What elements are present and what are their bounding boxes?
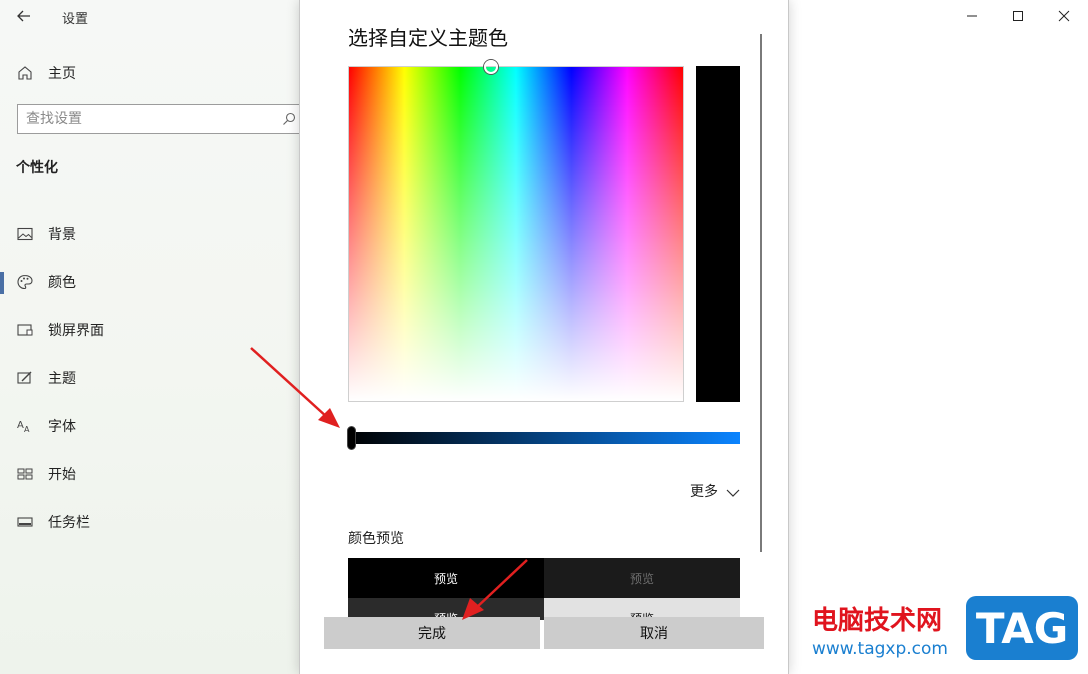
brightness-slider-track[interactable]	[348, 432, 740, 444]
custom-accent-color-dialog: 选择自定义主题色 更多 颜色预览 预览 预览 预览 预览 完成 取消	[299, 0, 789, 674]
sidebar-item-taskbar[interactable]: 任务栏	[0, 498, 300, 546]
preview-cell: 预览	[544, 558, 740, 598]
home-icon	[16, 64, 34, 82]
sidebar-item-label: 背景	[48, 227, 76, 243]
color-spectrum[interactable]	[348, 66, 684, 402]
minimize-icon	[966, 7, 978, 26]
close-icon	[1058, 7, 1070, 26]
search-input[interactable]	[26, 109, 266, 129]
app-title: 设置	[62, 12, 89, 27]
selected-color-swatch	[696, 66, 740, 402]
sidebar-item-fonts[interactable]: AA 字体	[0, 402, 300, 450]
svg-text:A: A	[24, 425, 30, 434]
watermark-url: www.tagxp.com	[812, 639, 948, 659]
title-bar: 设置	[0, 0, 300, 34]
section-title: 个性化	[16, 160, 58, 176]
more-options-toggle[interactable]: 更多	[690, 481, 740, 501]
maximize-button[interactable]	[995, 0, 1041, 32]
font-icon: AA	[16, 417, 34, 435]
chevron-down-icon	[726, 486, 740, 497]
search-box[interactable]	[17, 104, 300, 134]
spectrum-selector-handle[interactable]	[484, 60, 498, 74]
sidebar-item-themes[interactable]: 主题	[0, 354, 300, 402]
personalization-nav: 背景 颜色 锁屏界面 主题 A A 字体 开始 任务栏	[0, 210, 300, 546]
color-preview-title: 颜色预览	[348, 531, 404, 547]
sidebar-item-background[interactable]: 背景	[0, 210, 300, 258]
sidebar: 设置 主页 个性化 背景	[0, 0, 300, 674]
maximize-icon	[1012, 7, 1024, 26]
brightness-slider-thumb[interactable]	[347, 426, 356, 450]
sidebar-item-lock-screen[interactable]: 锁屏界面	[0, 306, 300, 354]
sidebar-item-colors[interactable]: 颜色	[0, 258, 300, 306]
image-icon	[16, 225, 34, 243]
sidebar-item-label: 字体	[48, 419, 76, 435]
sidebar-item-label: 主题	[48, 371, 76, 387]
start-icon	[16, 465, 34, 483]
close-button[interactable]	[1041, 0, 1087, 32]
search-icon[interactable]	[281, 111, 297, 127]
sidebar-item-label: 开始	[48, 467, 76, 483]
done-button[interactable]: 完成	[324, 617, 540, 649]
color-preview-grid: 预览 预览 预览 预览	[348, 558, 740, 620]
svg-text:A: A	[17, 420, 24, 431]
watermark-site-name: 电脑技术网	[812, 606, 943, 636]
palette-icon	[16, 273, 34, 291]
watermark-logo: TAG	[966, 596, 1078, 660]
home-nav-item[interactable]: 主页	[16, 62, 76, 84]
dialog-scrollbar[interactable]	[760, 34, 762, 552]
theme-brush-icon	[16, 369, 34, 387]
more-label: 更多	[690, 484, 718, 500]
home-label: 主页	[48, 66, 76, 82]
sidebar-item-start[interactable]: 开始	[0, 450, 300, 498]
taskbar-icon	[16, 513, 34, 531]
preview-cell: 预览	[348, 558, 544, 598]
minimize-button[interactable]	[949, 0, 995, 32]
sidebar-item-label: 任务栏	[48, 515, 90, 531]
sidebar-item-label: 颜色	[48, 275, 76, 291]
dialog-title: 选择自定义主题色	[348, 26, 508, 50]
back-arrow-icon[interactable]	[14, 6, 34, 26]
lock-screen-icon	[16, 321, 34, 339]
sidebar-item-label: 锁屏界面	[48, 323, 104, 339]
cancel-button[interactable]: 取消	[544, 617, 764, 649]
